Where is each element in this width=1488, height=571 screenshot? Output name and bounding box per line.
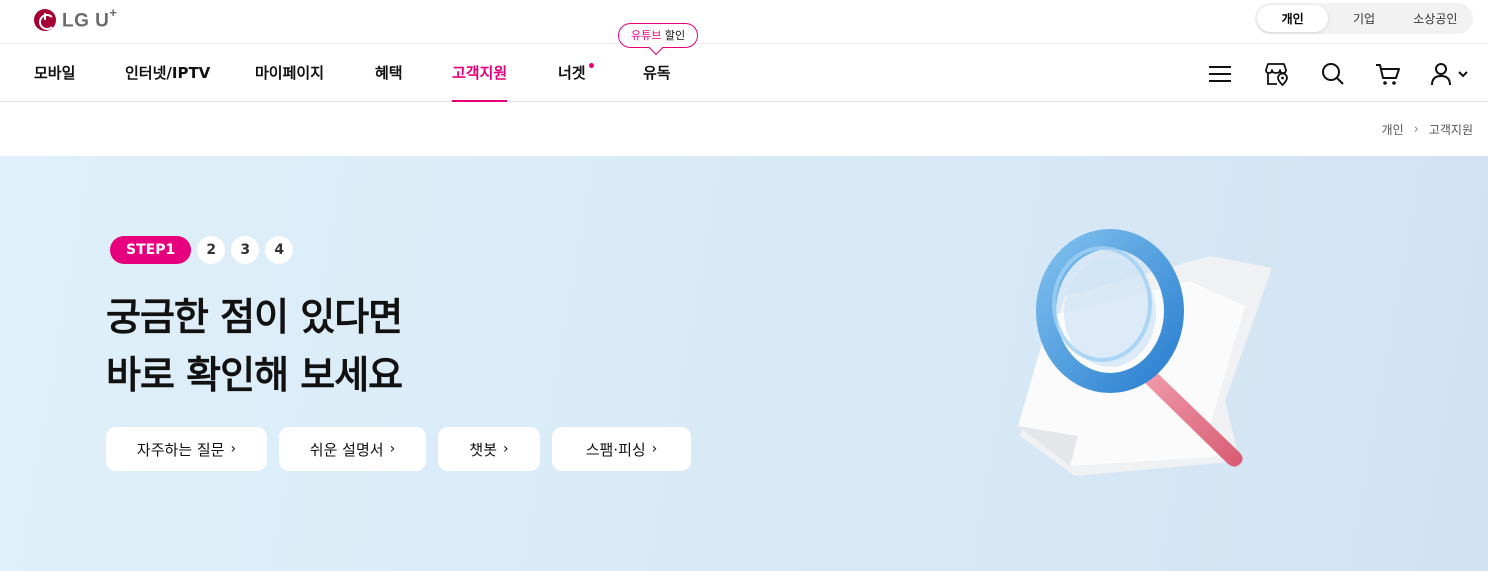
chevron-right-icon: › [1413, 122, 1419, 137]
hero-title-line2: 바로 확인해 보세요 [106, 353, 403, 397]
segment-personal[interactable]: 개인 [1257, 5, 1329, 32]
promo-bubble-highlight: 유튜브 [631, 29, 662, 42]
easy-guide-button-label: 쉬운 설명서 [309, 440, 384, 459]
step-1-badge[interactable]: STEP1 [110, 236, 192, 264]
user-icon[interactable] [1429, 61, 1473, 87]
segment-business[interactable]: 기업 [1328, 5, 1399, 32]
chevron-right-icon: › [389, 441, 396, 457]
easy-guide-button[interactable]: 쉬운 설명서 › [279, 427, 426, 471]
breadcrumb-home[interactable]: 개인 [1382, 121, 1404, 138]
step-indicator: STEP1 2 3 4 [110, 236, 294, 264]
nav-item-nugget[interactable]: 너겟 [558, 44, 586, 102]
faq-button-label: 자주하는 질문 [136, 440, 225, 459]
lg-uplus-logo[interactable]: LG U+ [34, 5, 118, 32]
new-badge-dot [589, 63, 594, 68]
segment-small-business[interactable]: 소상공인 [1400, 5, 1471, 32]
breadcrumb-current[interactable]: 고객지원 [1429, 121, 1473, 138]
chevron-right-icon: › [503, 441, 509, 457]
nav-item-internet-iptv[interactable]: 인터넷/IPTV [125, 44, 210, 102]
chevron-right-icon: › [230, 441, 237, 457]
logo-plus: + [109, 5, 118, 20]
step-3-badge[interactable]: 3 [231, 236, 260, 264]
faq-button[interactable]: 자주하는 질문 › [106, 427, 267, 471]
chatbot-button-label: 챗봇 [469, 440, 497, 459]
spam-phishing-button[interactable]: 스팸·피싱 › [552, 427, 691, 471]
hero-title-line1: 궁금한 점이 있다면 [106, 295, 403, 339]
chevron-right-icon: › [651, 441, 658, 457]
promo-bubble[interactable]: 유튜브 할인 [618, 23, 699, 48]
nav-item-benefits[interactable]: 혜택 [375, 44, 403, 102]
search-icon[interactable] [1320, 61, 1346, 87]
hero-title: 궁금한 점이 있다면 바로 확인해 보세요 [106, 288, 403, 404]
menu-icon[interactable] [1207, 61, 1233, 87]
customer-type-switch: 개인 기업 소상공인 [1255, 3, 1473, 34]
cart-icon[interactable] [1375, 61, 1401, 87]
spam-phishing-button-label: 스팸·피싱 [585, 440, 646, 459]
main-nav: 모바일 인터넷/IPTV 마이페이지 혜택 고객지원 너겟 유독 [0, 44, 1488, 102]
breadcrumb: 개인 › 고객지원 [1382, 121, 1473, 138]
hero-banner: STEP1 2 3 4 궁금한 점이 있다면 바로 확인해 보세요 자주하는 질… [0, 156, 1488, 571]
step-4-badge[interactable]: 4 [265, 236, 294, 264]
lg-logo-icon [34, 8, 56, 31]
step-2-badge[interactable]: 2 [197, 236, 226, 264]
nav-item-mobile[interactable]: 모바일 [34, 44, 75, 102]
magnifier-documents-illustration [1018, 229, 1272, 476]
chatbot-button[interactable]: 챗봇 › [438, 427, 540, 471]
promo-bubble-text: 할인 [664, 29, 686, 42]
logo-text: LG U [62, 10, 110, 32]
store-location-icon[interactable] [1263, 61, 1289, 87]
nav-item-customer-support[interactable]: 고객지원 [452, 44, 508, 102]
top-bar: LG U+ 개인 기업 소상공인 [0, 0, 1488, 44]
nav-item-mypage[interactable]: 마이페이지 [255, 44, 324, 102]
